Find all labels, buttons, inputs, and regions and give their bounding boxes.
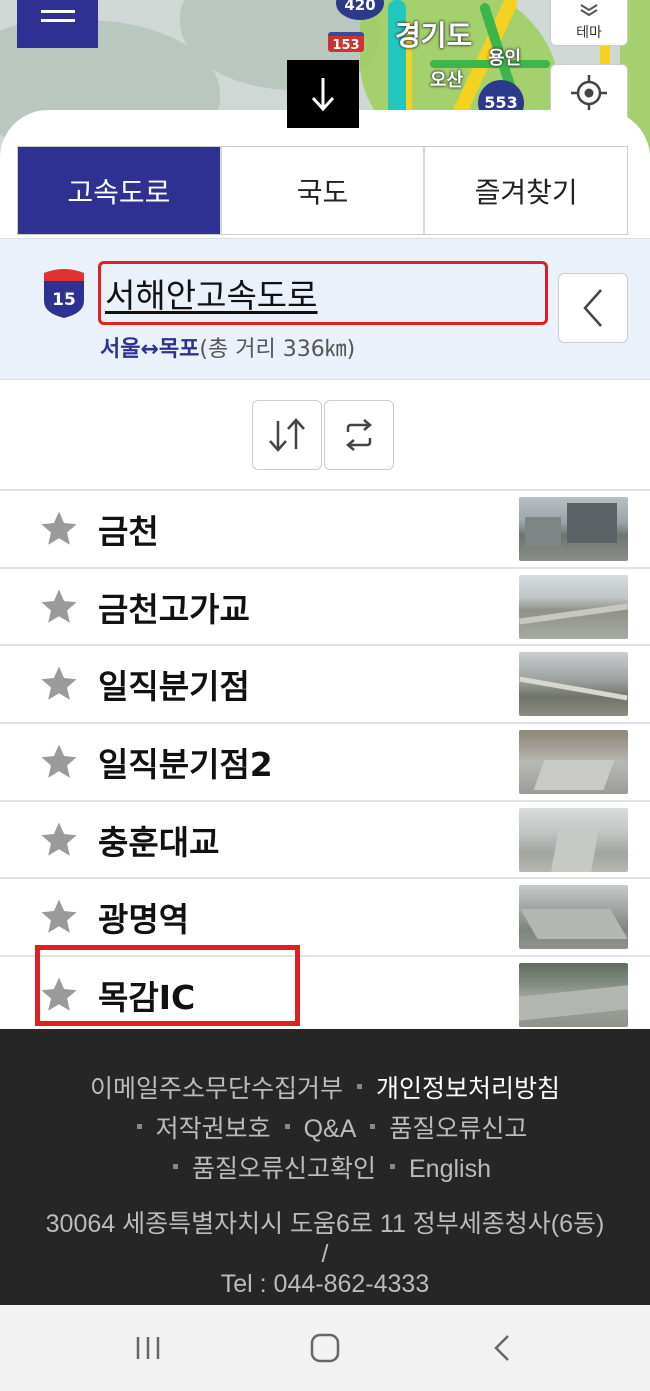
route-name[interactable]: 서해안고속도로 [105,269,318,317]
star-icon[interactable] [38,819,80,861]
route-summary: 서울↔목포(총 거리 336㎞) [100,331,355,363]
menu-button[interactable] [17,0,98,48]
recent-apps-button[interactable] [108,1318,188,1378]
expressway-shield-icon: 15 [44,269,84,318]
list-item[interactable]: 광명역 [0,877,650,955]
tab-favorites[interactable]: 즐겨찾기 [425,147,628,234]
footer-link[interactable]: 개인정보처리방침 [376,1075,560,1103]
star-icon[interactable] [38,586,80,628]
list-item[interactable]: 금천 [0,489,650,567]
footer-link[interactable]: 저작권보호 [156,1115,271,1143]
map-label-gyeonggi: 경기도 [395,19,473,52]
star-icon[interactable] [38,896,80,938]
swap-direction-button[interactable] [324,400,394,470]
tab-expressway[interactable]: 고속도로 [18,147,222,234]
route-info-panel: 15 서해안고속도로 서울↔목포(총 거리 336㎞) [0,238,650,380]
star-icon[interactable] [38,741,80,783]
shield-number: 15 [52,290,76,310]
cctv-thumbnail[interactable] [519,574,628,639]
swap-icon [346,419,372,451]
home-button[interactable] [285,1318,365,1378]
footer-link[interactable]: 품질오류신고확인 [192,1155,376,1183]
footer-links: 이메일주소무단수집거부 개인정보처리방침 저작권보호 Q&A 품질오류신고 품질오류신… [0,1069,650,1189]
list-item[interactable]: 일직분기점 [0,644,650,722]
cctv-thumbnail[interactable] [519,807,628,872]
cctv-name[interactable]: 일직분기점 [98,660,250,708]
map-label-yongin: 용인 [488,48,522,69]
theme-label: 테마 [576,25,602,41]
map-label-osan: 오산 [430,70,464,91]
list-item[interactable]: 일직분기점2 [0,722,650,800]
site-footer: 이메일주소무단수집거부 개인정보처리방침 저작권보호 Q&A 품질오류신고 품질오류신… [0,1029,650,1305]
road-type-tabs: 고속도로 국도 즐겨찾기 [17,146,628,235]
footer-link[interactable]: Q&A [304,1115,357,1143]
chevron-left-icon [583,289,602,327]
route-back-button[interactable] [558,273,628,343]
route-span: 서울↔목포 [100,337,200,362]
sort-icon [269,418,305,452]
cctv-name[interactable]: 금천고가교 [98,583,250,631]
star-icon[interactable] [38,508,80,550]
tab-national-road[interactable]: 국도 [221,147,426,234]
back-icon [493,1335,509,1361]
system-nav-bar [0,1305,650,1391]
footer-link[interactable]: 품질오류신고 [389,1115,527,1143]
cctv-name[interactable]: 광명역 [98,893,189,941]
cctv-thumbnail[interactable] [519,962,628,1027]
collapse-sheet-button[interactable] [287,60,359,128]
list-item[interactable]: 충훈대교 [0,799,650,878]
sort-direction-button[interactable] [252,400,322,470]
list-item[interactable]: 금천고가교 [0,566,650,645]
back-button[interactable] [462,1318,542,1378]
locate-icon [571,75,607,111]
cctv-name[interactable]: 금천 [98,505,159,553]
app-root: 경기도 용인 오산 153 553 420 테마 고속도로 국도 즐겨찾기 15… [0,0,650,1391]
home-icon [310,1333,340,1363]
footer-address: 30064 세종특별자치시 도움6로 11 정부세종청사(6동) [45,1210,605,1238]
cctv-thumbnail[interactable] [519,729,628,794]
star-icon[interactable] [38,663,80,705]
theme-button[interactable]: 테마 [550,0,628,46]
cctv-thumbnail[interactable] [519,496,628,561]
footer-separator: / [321,1240,329,1268]
menu-icon [40,9,75,13]
footer-address-block: 30064 세종특별자치시 도움6로 11 정부세종청사(6동) / Tel :… [0,1209,650,1299]
down-arrow-icon [311,78,335,112]
cctv-thumbnail[interactable] [519,652,628,717]
cctv-name[interactable]: 일직분기점2 [98,738,273,786]
cctv-thumbnail[interactable] [519,885,628,950]
layers-icon [551,0,627,22]
route-name-box[interactable]: 서해안고속도로 [98,261,548,325]
recent-apps-icon [137,1337,160,1359]
cctv-name[interactable]: 충훈대교 [98,816,219,864]
footer-link[interactable]: English [409,1155,491,1183]
footer-link[interactable]: 이메일주소무단수집거부 [90,1075,343,1103]
selected-item-highlight [35,945,300,1026]
route-distance: (총 거리 336㎞) [199,337,356,362]
map-route-badge: 153 [328,32,364,53]
footer-tel: Tel : 044-862-4333 [220,1270,430,1298]
